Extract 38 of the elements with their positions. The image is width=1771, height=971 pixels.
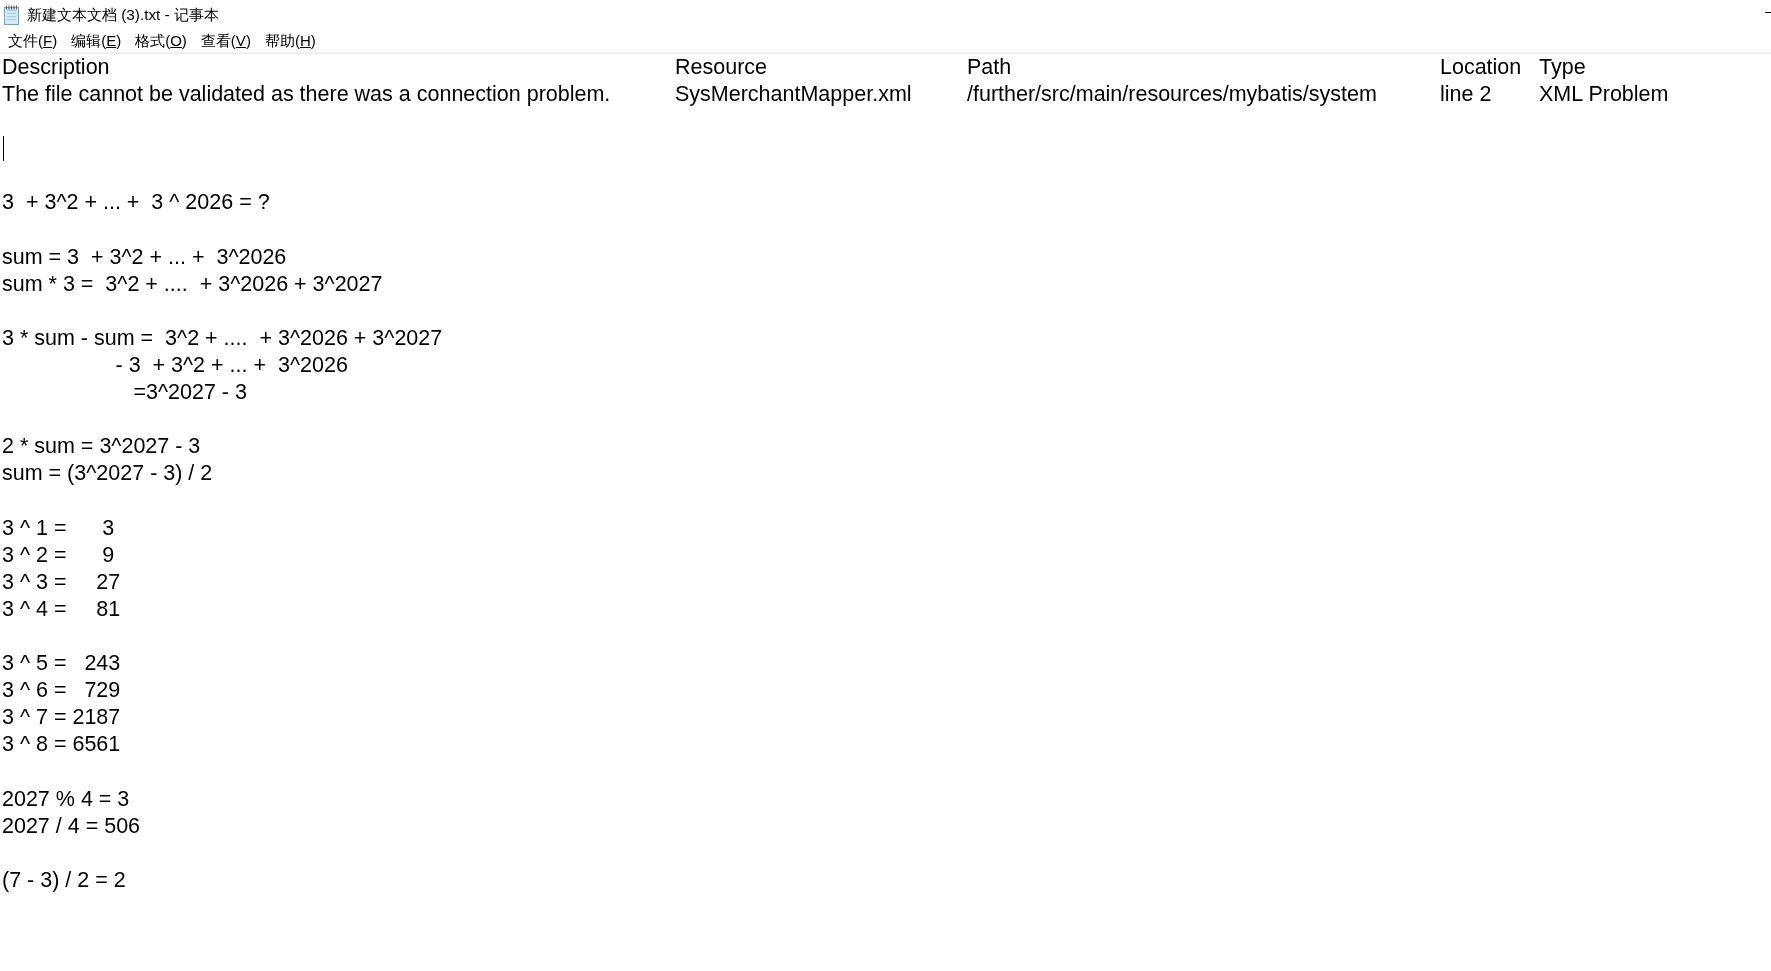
text-line: 3 ^ 1 = 3	[2, 514, 115, 542]
notepad-icon	[3, 5, 20, 25]
window-title: 新建文本文档 (3).txt - 记事本	[27, 5, 219, 25]
problem-value: XML Problem	[1539, 81, 1669, 109]
text-line: 3 ^ 7 = 2187	[2, 704, 121, 732]
problem-value: SysMerchantMapper.xml	[675, 81, 912, 109]
text-line: 2 * sum = 3^2027 - 3	[2, 433, 201, 461]
text-line: 3 ^ 6 = 729	[2, 677, 121, 705]
text-line: sum = 3 + 3^2 + ... + 3^2026	[2, 243, 287, 271]
menu-item[interactable]: 帮助(H)	[257, 31, 323, 51]
column-heading: Description	[2, 54, 110, 81]
text-caret	[3, 136, 4, 162]
minimize-icon[interactable]	[1765, 12, 1771, 13]
column-heading: Resource	[675, 54, 767, 81]
text-line: 3 ^ 8 = 6561	[2, 731, 121, 759]
column-heading: Location	[1440, 54, 1522, 81]
menu-item[interactable]: 编辑(E)	[64, 31, 129, 51]
problem-value: line 2	[1440, 81, 1492, 109]
text-line: 3 ^ 3 = 27	[2, 568, 121, 596]
problem-value: /further/src/main/resources/mybatis/system	[967, 81, 1377, 109]
menu-item[interactable]: 查看(V)	[193, 31, 258, 51]
text-line: 3 ^ 4 = 81	[2, 595, 121, 623]
text-line: - 3 + 3^2 + ... + 3^2026	[114, 352, 348, 380]
menu-item[interactable]: 格式(O)	[128, 31, 194, 51]
text-line: 3 ^ 5 = 243	[2, 650, 121, 678]
text-line: (7 - 3) / 2 = 2	[2, 866, 126, 894]
column-heading: Type	[1539, 54, 1586, 81]
problem-value: The file cannot be validated as there was a connection problem.	[2, 81, 611, 109]
text-line: sum * 3 = 3^2 + .... + 3^2026 + 3^2027	[2, 270, 383, 298]
text-line: 3 * sum - sum = 3^2 + .... + 3^2026 + 3^2027	[2, 324, 443, 352]
text-line: =3^2027 - 3	[132, 379, 247, 407]
column-heading: Path	[967, 54, 1012, 81]
text-line: 2027 % 4 = 3	[2, 785, 130, 813]
text-line: 3 ^ 2 = 9	[2, 541, 115, 569]
menu-item[interactable]: 文件(F)	[1, 31, 65, 51]
text-line: sum = (3^2027 - 3) / 2	[2, 460, 213, 488]
text-line: 3 + 3^2 + ... + 3 ^ 2026 = ?	[2, 189, 270, 217]
text-line: 2027 / 4 = 506	[2, 812, 141, 840]
